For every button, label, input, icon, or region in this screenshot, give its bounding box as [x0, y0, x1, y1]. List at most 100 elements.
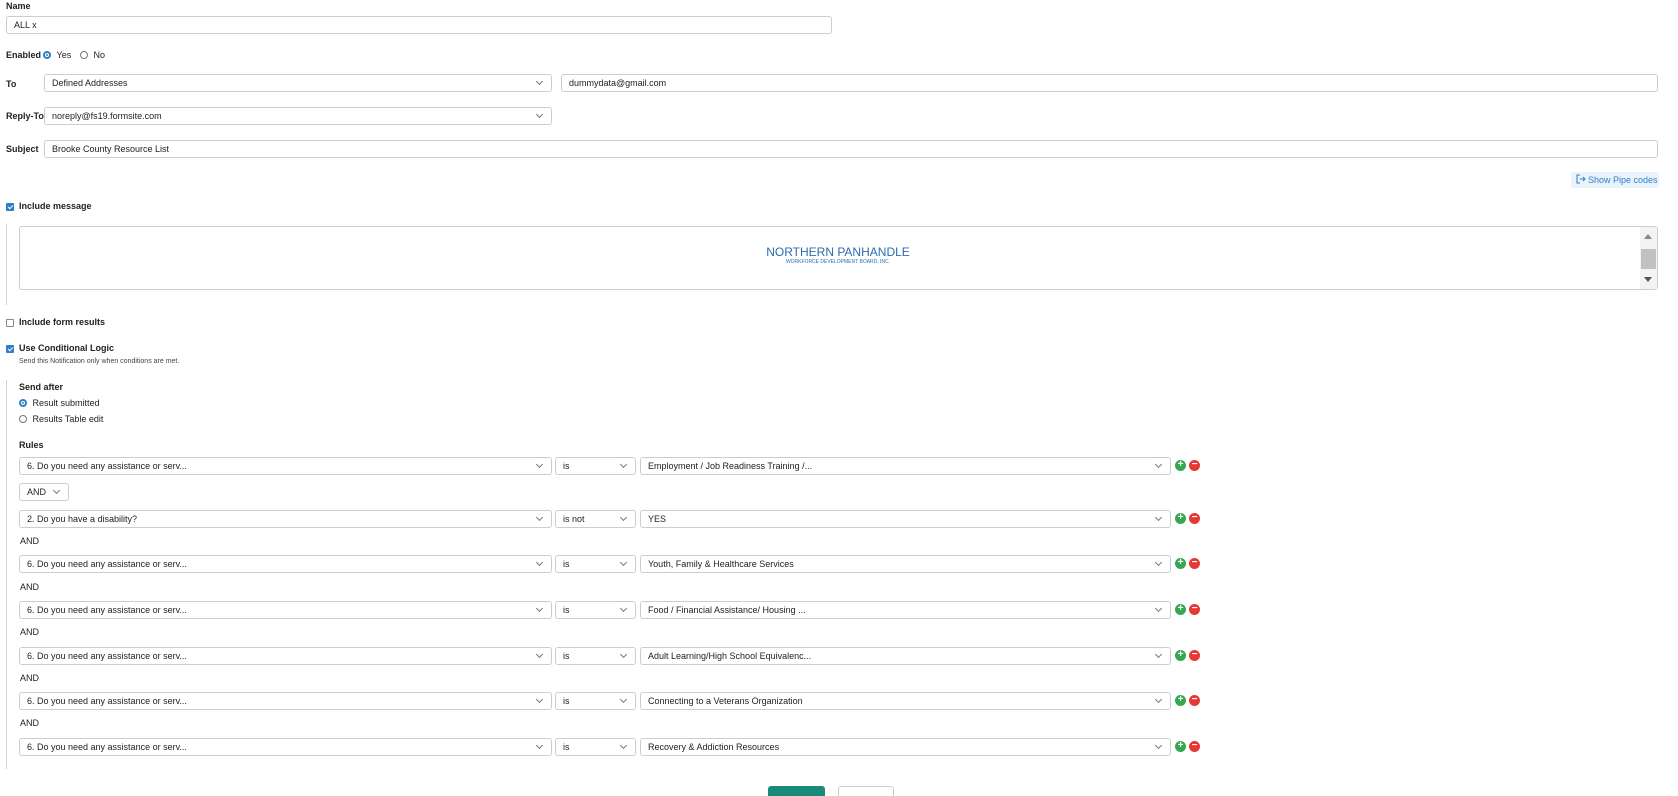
rule-field-value: 6. Do you need any assistance or serv...	[27, 742, 187, 752]
chevron-down-icon	[1154, 695, 1163, 704]
rule-field-value: 6. Do you need any assistance or serv...	[27, 696, 187, 706]
remove-rule-icon[interactable]: −	[1189, 513, 1200, 524]
use-conditional-logic-checkbox[interactable]	[6, 345, 14, 353]
send-after-table-edit-option[interactable]: Results Table edit	[19, 414, 103, 424]
save-button[interactable]	[768, 786, 825, 796]
remove-rule-icon[interactable]: −	[1189, 460, 1200, 471]
reply-to-select[interactable]: noreply@fs19.formsite.com	[44, 107, 552, 125]
chevron-down-icon	[535, 650, 544, 659]
remove-rule-icon[interactable]: −	[1189, 741, 1200, 752]
cancel-button[interactable]	[838, 786, 894, 796]
rule-value-select[interactable]: Food / Financial Assistance/ Housing ...	[640, 601, 1171, 619]
scroll-up-icon[interactable]	[1644, 234, 1652, 239]
enabled-label: Enabled	[6, 50, 42, 60]
chevron-down-icon	[619, 650, 628, 659]
rule-field-select[interactable]: 6. Do you need any assistance or serv...	[19, 601, 552, 619]
add-rule-icon[interactable]: +	[1175, 513, 1186, 524]
export-icon	[1576, 172, 1586, 188]
rule-field-select[interactable]: 6. Do you need any assistance or serv...	[19, 647, 552, 665]
use-conditional-logic-label: Use Conditional Logic	[19, 343, 115, 353]
rule-field-select[interactable]: 6. Do you need any assistance or serv...	[19, 457, 552, 475]
to-label: To	[6, 79, 17, 89]
rule-operator-value: is	[563, 461, 570, 471]
rule-field-select[interactable]: 6. Do you need any assistance or serv...	[19, 555, 552, 573]
rule-value-value: Youth, Family & Healthcare Services	[648, 559, 794, 569]
rule-operator-select[interactable]: is	[555, 601, 636, 619]
chevron-down-icon	[619, 741, 628, 750]
scroll-thumb[interactable]	[1641, 249, 1656, 269]
rule-operator-select[interactable]: is	[555, 738, 636, 756]
add-rule-icon[interactable]: +	[1175, 650, 1186, 661]
rules-label: Rules	[19, 440, 44, 450]
remove-rule-icon[interactable]: −	[1189, 604, 1200, 615]
chevron-down-icon	[52, 486, 61, 495]
message-indent-line	[6, 224, 7, 305]
rule-value-select[interactable]: Adult Learning/High School Equivalenc...	[640, 647, 1171, 665]
rule-join-select[interactable]: AND	[19, 483, 69, 501]
message-scrollbar[interactable]	[1640, 227, 1657, 289]
enabled-yes-radio[interactable]	[43, 51, 51, 59]
add-rule-icon[interactable]: +	[1175, 558, 1186, 569]
show-pipe-codes-button[interactable]: Show Pipe codes	[1571, 172, 1659, 188]
and-connector: AND	[20, 718, 40, 728]
remove-rule-icon[interactable]: −	[1189, 650, 1200, 661]
rule-value-value: Connecting to a Veterans Organization	[648, 696, 803, 706]
rule-value-select[interactable]: Employment / Job Readiness Training /...	[640, 457, 1171, 475]
rule-operator-select[interactable]: is	[555, 555, 636, 573]
logo-subtitle: WORKFORCE DEVELOPMENT BOARD, INC.	[785, 259, 891, 265]
send-after-table-edit-label: Results Table edit	[32, 414, 104, 424]
remove-rule-icon[interactable]: −	[1189, 695, 1200, 706]
enabled-yes-option[interactable]: Yes	[43, 50, 71, 60]
remove-rule-icon[interactable]: −	[1189, 558, 1200, 569]
and-connector: AND	[20, 536, 40, 546]
include-message-checkbox[interactable]	[6, 203, 14, 211]
add-rule-icon[interactable]: +	[1175, 604, 1186, 615]
rule-value-select[interactable]: Connecting to a Veterans Organization	[640, 692, 1171, 710]
subject-label: Subject	[6, 144, 39, 154]
rule-field-select[interactable]: 6. Do you need any assistance or serv...	[19, 738, 552, 756]
rule-value-select[interactable]: Recovery & Addiction Resources	[640, 738, 1171, 756]
rule-operator-value: is	[563, 651, 570, 661]
send-after-table-edit-radio[interactable]	[19, 415, 27, 423]
chevron-down-icon	[535, 460, 544, 469]
rule-field-select[interactable]: 6. Do you need any assistance or serv...	[19, 692, 552, 710]
rule-field-select[interactable]: 2. Do you have a disability?	[19, 510, 552, 528]
send-after-submitted-radio[interactable]	[19, 399, 27, 407]
rule-operator-select[interactable]: is	[555, 457, 636, 475]
rule-field-value: 6. Do you need any assistance or serv...	[27, 605, 187, 615]
add-rule-icon[interactable]: +	[1175, 460, 1186, 471]
conditional-indent-line	[6, 380, 7, 769]
conditional-logic-help: Send this Notification only when conditi…	[19, 358, 180, 365]
subject-input[interactable]: Brooke County Resource List	[44, 140, 1658, 158]
chevron-down-icon	[1154, 741, 1163, 750]
rule-operator-select[interactable]: is	[555, 692, 636, 710]
include-form-results-checkbox[interactable]	[6, 319, 14, 327]
to-type-select[interactable]: Defined Addresses	[44, 74, 552, 92]
rule-value-select[interactable]: YES	[640, 510, 1171, 528]
to-address-input[interactable]: dummydata@gmail.com	[561, 74, 1658, 92]
send-after-submitted-option[interactable]: Result submitted	[19, 398, 100, 408]
message-editor[interactable]: NORTHERN PANHANDLE WORKFORCE DEVELOPMENT…	[19, 226, 1658, 290]
npwdb-logo: NORTHERN PANHANDLE WORKFORCE DEVELOPMENT…	[763, 246, 913, 266]
rule-value-select[interactable]: Youth, Family & Healthcare Services	[640, 555, 1171, 573]
chevron-down-icon	[535, 110, 544, 119]
rule-value-value: Food / Financial Assistance/ Housing ...	[648, 605, 806, 615]
show-pipe-codes-label: Show Pipe codes	[1588, 175, 1658, 185]
chevron-down-icon	[535, 77, 544, 86]
scroll-down-icon[interactable]	[1644, 277, 1652, 282]
rule-operator-select[interactable]: is	[555, 647, 636, 665]
include-message-label: Include message	[19, 201, 92, 211]
name-input[interactable]: ALL x	[6, 16, 832, 34]
add-rule-icon[interactable]: +	[1175, 695, 1186, 706]
reply-to-label: Reply-To	[6, 111, 44, 121]
rule-value-value: Recovery & Addiction Resources	[648, 742, 780, 752]
chevron-down-icon	[1154, 460, 1163, 469]
enabled-no-radio[interactable]	[80, 51, 88, 59]
enabled-no-option[interactable]: No	[80, 50, 105, 60]
add-rule-icon[interactable]: +	[1175, 741, 1186, 752]
rule-operator-select[interactable]: is not	[555, 510, 636, 528]
rule-value-value: YES	[648, 514, 667, 524]
and-connector: AND	[20, 582, 40, 592]
rule-value-value: Adult Learning/High School Equivalenc...	[648, 651, 812, 661]
rule-field-value: 2. Do you have a disability?	[27, 514, 138, 524]
